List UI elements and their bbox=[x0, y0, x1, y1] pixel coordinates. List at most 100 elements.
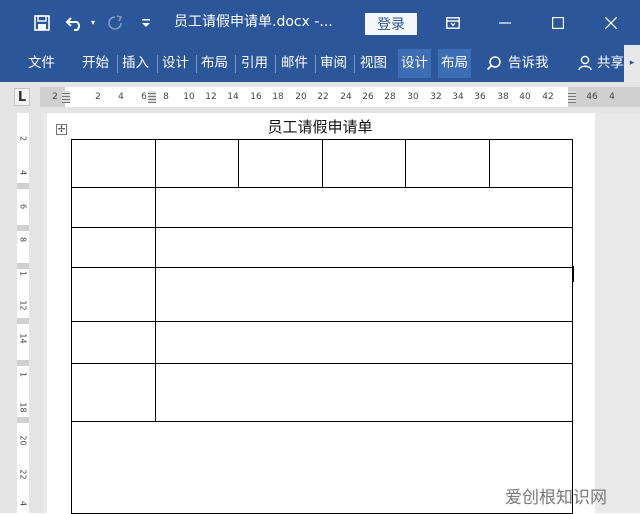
title-bar: ▾ 员工请假申请单.docx -... 登录 bbox=[0, 0, 640, 45]
table-row bbox=[71, 187, 573, 228]
ruler-number: 14 bbox=[18, 333, 28, 344]
table-cell[interactable] bbox=[155, 321, 573, 364]
customize-quick-access-icon[interactable] bbox=[139, 0, 153, 45]
table-cell[interactable] bbox=[71, 139, 156, 188]
redo-icon bbox=[104, 0, 126, 45]
text-cursor bbox=[573, 266, 574, 282]
table-row bbox=[71, 139, 573, 188]
table-cell[interactable] bbox=[71, 227, 156, 268]
ruler-number: 6 bbox=[141, 92, 147, 102]
ruler-number: 26 bbox=[362, 92, 374, 102]
ruler-number: 2 bbox=[52, 92, 58, 102]
tab-review[interactable]: 审阅 bbox=[320, 45, 347, 82]
ruler-column-marker[interactable] bbox=[62, 91, 70, 103]
ruler-number: 20 bbox=[18, 435, 28, 446]
ruler-number: 14 bbox=[227, 92, 239, 102]
ribbon-display-icon[interactable] bbox=[440, 0, 466, 45]
ruler-row-marker[interactable] bbox=[17, 318, 29, 324]
tab-file[interactable]: 文件 bbox=[28, 45, 55, 82]
ruler-number: 30 bbox=[407, 92, 419, 102]
table-cell[interactable] bbox=[489, 139, 573, 188]
table-row bbox=[71, 421, 573, 514]
ruler-number: 18 bbox=[18, 402, 28, 413]
table-cell[interactable] bbox=[238, 139, 323, 188]
ruler-number: 1 bbox=[18, 371, 28, 378]
ruler-number: 4 bbox=[18, 169, 28, 176]
tab-separator bbox=[117, 55, 118, 73]
table-cell[interactable] bbox=[71, 321, 156, 364]
tab-separator bbox=[196, 55, 197, 73]
tab-view[interactable]: 视图 bbox=[360, 45, 387, 82]
table-cell[interactable] bbox=[155, 363, 573, 422]
ruler-number: 2 bbox=[18, 135, 28, 142]
tab-references[interactable]: 引用 bbox=[241, 45, 268, 82]
ruler-number: 6 bbox=[18, 203, 28, 210]
share-person-icon[interactable] bbox=[578, 45, 594, 82]
ribbon-tab-bar: 文件 开始 插入 设计 布局 引用 邮件 审阅 视图 设计 布局 告诉我 共享 … bbox=[0, 45, 640, 82]
ruler-number: 32 bbox=[430, 92, 442, 102]
table-cell[interactable] bbox=[155, 227, 573, 268]
tab-separator bbox=[157, 55, 158, 73]
tab-mailings[interactable]: 邮件 bbox=[281, 45, 308, 82]
ruler-row-marker[interactable] bbox=[17, 360, 29, 366]
search-icon[interactable] bbox=[486, 45, 502, 82]
minimize-icon[interactable] bbox=[492, 0, 518, 45]
table-cell[interactable] bbox=[71, 421, 573, 514]
tab-design[interactable]: 设计 bbox=[162, 45, 189, 82]
ruler-right-indent-marker[interactable] bbox=[568, 91, 576, 103]
ruler-number: 34 bbox=[452, 92, 464, 102]
leave-request-table[interactable] bbox=[71, 139, 573, 514]
tab-home[interactable]: 开始 bbox=[82, 45, 109, 82]
table-cell[interactable] bbox=[155, 139, 239, 188]
tell-me-search[interactable]: 告诉我 bbox=[508, 45, 549, 82]
maximize-icon[interactable] bbox=[545, 0, 571, 45]
ruler-number: 38 bbox=[497, 92, 509, 102]
table-row bbox=[71, 363, 573, 422]
ruler-number: 36 bbox=[474, 92, 486, 102]
ruler-number: 28 bbox=[384, 92, 396, 102]
horizontal-ruler[interactable]: 2 2 4 6 8 10 12 14 16 18 20 22 24 26 28 … bbox=[40, 87, 640, 107]
ruler-number: 8 bbox=[18, 236, 28, 243]
table-cell[interactable] bbox=[71, 187, 156, 228]
tab-selector[interactable]: L bbox=[14, 88, 30, 106]
horizontal-ruler-area: L 2 2 4 6 8 10 12 14 16 18 20 22 24 26 2… bbox=[0, 82, 640, 113]
table-cell[interactable] bbox=[322, 139, 406, 188]
ruler-number: 16 bbox=[250, 92, 262, 102]
tab-table-design[interactable]: 设计 bbox=[398, 49, 431, 78]
ruler-row-marker[interactable] bbox=[17, 183, 29, 189]
ruler-row-marker[interactable] bbox=[17, 417, 29, 423]
table-move-handle-icon[interactable]: ✢ bbox=[56, 124, 67, 135]
tab-insert[interactable]: 插入 bbox=[122, 45, 149, 82]
undo-dropdown-icon[interactable]: ▾ bbox=[87, 0, 99, 45]
save-icon[interactable] bbox=[28, 0, 56, 45]
tab-separator bbox=[315, 55, 316, 73]
watermark: 爱创根知识网 bbox=[505, 488, 607, 508]
table-cell[interactable] bbox=[71, 363, 156, 422]
ruler-number: 40 bbox=[519, 92, 531, 102]
ruler-number: 46 bbox=[586, 92, 598, 102]
tab-separator bbox=[354, 55, 355, 73]
table-cell[interactable] bbox=[405, 139, 490, 188]
ruler-number: 18 bbox=[272, 92, 284, 102]
share-button[interactable]: 共享 bbox=[597, 45, 624, 82]
vertical-ruler[interactable]: 2 4 6 8 1 12 14 1 18 20 22 4 bbox=[17, 113, 29, 513]
ruler-number: 10 bbox=[183, 92, 195, 102]
close-icon[interactable] bbox=[598, 0, 624, 45]
table-cell[interactable] bbox=[155, 267, 573, 322]
ruler-column-marker[interactable] bbox=[148, 91, 156, 103]
ruler-row-marker[interactable] bbox=[17, 225, 29, 231]
table-row bbox=[71, 321, 573, 364]
ruler-number: 4 bbox=[118, 92, 124, 102]
undo-icon[interactable] bbox=[62, 0, 88, 45]
ribbon-scroll-right-icon[interactable]: ▸ bbox=[624, 45, 640, 82]
login-button[interactable]: 登录 bbox=[365, 13, 417, 35]
table-cell[interactable] bbox=[71, 267, 156, 322]
tab-table-layout[interactable]: 布局 bbox=[438, 49, 471, 78]
ruler-number: 4 bbox=[609, 92, 615, 102]
ruler-number: 20 bbox=[295, 92, 307, 102]
table-cell[interactable] bbox=[155, 187, 573, 228]
ruler-number: 12 bbox=[18, 300, 28, 311]
table-row bbox=[71, 227, 573, 268]
form-title[interactable]: 员工请假申请单 bbox=[240, 116, 400, 137]
tab-layout[interactable]: 布局 bbox=[201, 45, 228, 82]
